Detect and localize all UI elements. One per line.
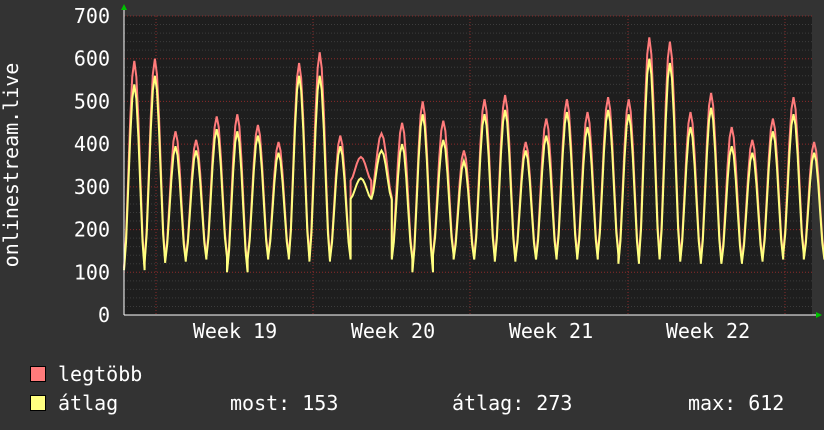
x-tick-label: Week 20 (351, 319, 435, 343)
y-tick-label: 500 (74, 89, 110, 113)
y-tick-label: 200 (74, 218, 110, 242)
stat-average: átlag: 273 (452, 391, 573, 415)
x-tick-label: Week 19 (193, 319, 277, 343)
legend-max-swatch (30, 366, 46, 382)
y-axis-arrow-icon (121, 4, 127, 10)
legend-avg: átlag (30, 391, 118, 415)
stat-now: most: 153 (230, 391, 339, 415)
x-tick-label: Week 21 (509, 319, 593, 343)
y-tick-label: 100 (74, 260, 110, 284)
legend-max: legtöbb (30, 362, 142, 386)
x-axis-arrow-icon (816, 312, 822, 318)
y-tick-label: 0 (98, 303, 110, 327)
legend-avg-swatch (30, 395, 46, 411)
y-tick-label: 700 (74, 4, 110, 28)
legend-max-label: legtöbb (58, 362, 143, 386)
y-tick-label: 400 (74, 132, 110, 156)
y-tick-label: 300 (74, 175, 110, 199)
chart: 0 100 200 300 400 500 600 700 Week 19 Week 20 Week… (0, 0, 824, 430)
stat-max: max: 612 (688, 391, 785, 415)
y-axis-label: onlinestream.live (0, 63, 23, 268)
x-tick-label: Week 22 (666, 319, 750, 343)
legend-avg-label: átlag (58, 391, 119, 415)
y-tick-label: 600 (74, 47, 110, 71)
